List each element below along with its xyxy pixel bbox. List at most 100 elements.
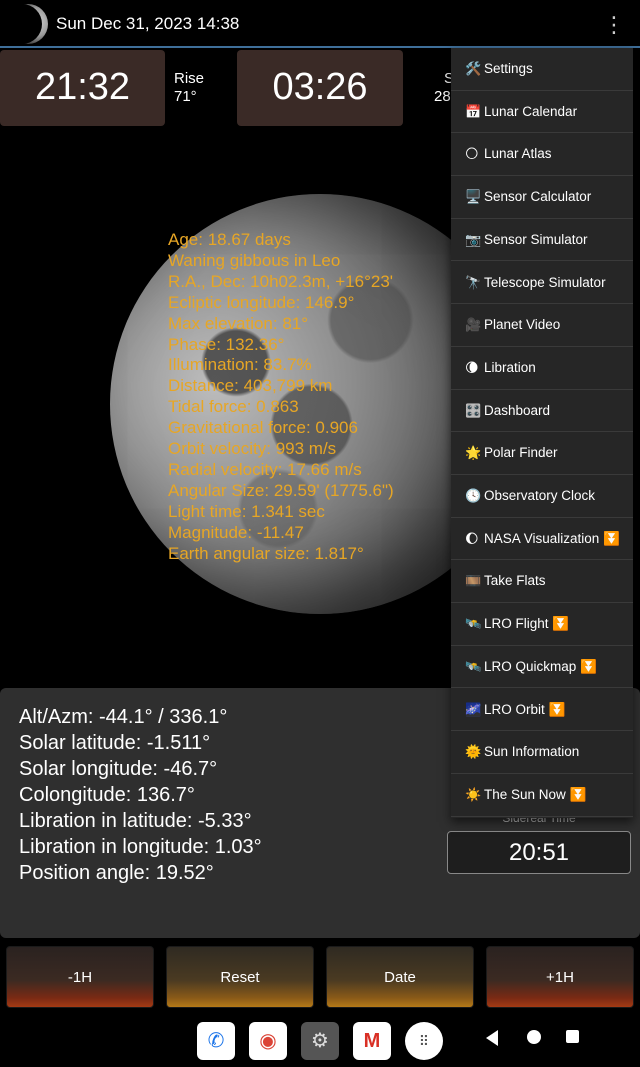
- menu-item-icon: 🛰️: [465, 616, 482, 632]
- menu-item-nasa-visualization[interactable]: 🌔 NASA Visualization ⏬: [451, 518, 633, 561]
- menu-item-label: Telescope Simulator: [484, 274, 606, 290]
- libration-info-line: Solar longitude: -46.7°: [19, 758, 218, 780]
- date-time-title[interactable]: Sun Dec 31, 2023 14:38: [56, 14, 239, 34]
- menu-item-telescope-simulator[interactable]: 🔭 Telescope Simulator: [451, 262, 633, 305]
- menu-item-lunar-atlas[interactable]: 🌕 Lunar Atlas: [451, 133, 633, 177]
- moonrise-panel: 21:32: [0, 50, 165, 126]
- home-icon[interactable]: [527, 1030, 541, 1044]
- libration-info-line: Alt/Azm: -44.1° / 336.1°: [19, 706, 228, 728]
- menu-item-the-sun-now[interactable]: ☀️ The Sun Now ⏬: [451, 774, 633, 817]
- menu-item-icon: 📷: [465, 231, 482, 247]
- overflow-menu: 🛠️ Settings 📅 Lunar Calendar 🌕 Lunar Atlas 🖥️ S…: [451, 48, 633, 818]
- settings-app-icon[interactable]: ⚙: [301, 1022, 339, 1060]
- gmail-app-icon[interactable]: M: [353, 1022, 391, 1060]
- back-icon[interactable]: [486, 1030, 498, 1046]
- menu-item-label: Dashboard: [484, 402, 551, 418]
- moon-info-line: Age: 18.67 days: [168, 230, 291, 249]
- moon-info-line: Illumination: 83.7%: [168, 355, 312, 375]
- moon-info-line: Waning gibbous in Leo: [168, 250, 341, 270]
- libration-info-line: Libration in longitude: 1.03°: [19, 836, 262, 858]
- menu-item-sun-information[interactable]: 🌞 Sun Information: [451, 731, 633, 774]
- menu-item-icon: 📅: [465, 103, 482, 119]
- set-info: S 28: [404, 50, 454, 126]
- rise-azimuth: 71°: [174, 88, 197, 105]
- menu-item-icon: 🎞️: [465, 573, 482, 589]
- menu-item-icon: 🌕: [465, 146, 479, 162]
- menu-item-polar-finder[interactable]: 🌟 Polar Finder: [451, 432, 633, 475]
- menu-item-icon: 🕓: [465, 488, 482, 503]
- app-header: Sun Dec 31, 2023 14:38 ⋮: [0, 0, 640, 48]
- moon-info-line: Max elevation: 81°: [168, 313, 309, 333]
- menu-item-settings[interactable]: 🛠️ Settings: [451, 48, 633, 91]
- menu-item-sensor-simulator[interactable]: 📷 Sensor Simulator: [451, 219, 633, 262]
- system-nav-bar: ✆ ◉ ⚙ M ⠿: [0, 1014, 640, 1067]
- menu-item-icon: 🌟: [465, 445, 482, 461]
- menu-item-lunar-calendar[interactable]: 📅 Lunar Calendar: [451, 91, 633, 134]
- moon-info-line: R.A., Dec: 10h02.3m, +16°23': [168, 271, 394, 291]
- menu-item-label: Observatory Clock: [484, 488, 596, 503]
- sidereal-time-value: 20:51: [447, 831, 631, 874]
- menu-item-label: LRO Orbit ⏬: [484, 701, 566, 717]
- moon-info-line: Magnitude: -11.47: [168, 522, 304, 542]
- menu-item-label: Planet Video: [484, 317, 561, 333]
- menu-item-label: NASA Visualization ⏬: [484, 530, 620, 546]
- menu-item-lro-orbit[interactable]: 🌌 LRO Orbit ⏬: [451, 689, 633, 732]
- menu-item-icon: 🌔: [465, 530, 479, 546]
- menu-item-icon: 🔭: [465, 274, 482, 290]
- menu-item-icon: 🛠️: [465, 61, 482, 76]
- minus-hour-button[interactable]: -1H: [6, 946, 154, 1008]
- menu-item-icon: ☀️: [465, 786, 482, 802]
- menu-item-libration[interactable]: 🌘 Libration: [451, 347, 633, 390]
- rise-info: Rise 71°: [166, 50, 236, 126]
- menu-item-label: Lunar Calendar: [484, 103, 578, 119]
- menu-item-label: Take Flats: [484, 573, 546, 589]
- app-drawer-icon[interactable]: ⠿: [405, 1022, 443, 1060]
- kebab-menu-icon[interactable]: ⋮: [603, 12, 625, 38]
- menu-item-dashboard[interactable]: 🎛️ Dashboard: [451, 390, 633, 433]
- menu-item-label: Sensor Calculator: [484, 189, 592, 205]
- recents-icon[interactable]: [566, 1030, 579, 1043]
- menu-item-label: Sensor Simulator: [484, 231, 588, 247]
- menu-item-planet-video[interactable]: 🎥 Planet Video: [451, 304, 633, 347]
- phone-app-icon[interactable]: ✆: [197, 1022, 235, 1060]
- menu-item-label: Lunar Atlas: [484, 146, 552, 162]
- moon-info-line: Tidal force: 0.863: [168, 397, 299, 417]
- set-azimuth: 28: [434, 88, 451, 105]
- menu-item-icon: 🎛️: [465, 402, 482, 418]
- moon-phase-icon: [2, 4, 48, 44]
- moon-info-line: Distance: 403,799 km: [168, 376, 333, 396]
- menu-item-lro-flight[interactable]: 🛰️ LRO Flight ⏬: [451, 603, 633, 646]
- menu-item-label: Polar Finder: [484, 445, 558, 461]
- menu-item-sensor-calculator[interactable]: 🖥️ Sensor Calculator: [451, 176, 633, 219]
- moon-info-line: Light time: 1.341 sec: [168, 501, 325, 521]
- date-button[interactable]: Date: [326, 946, 474, 1008]
- libration-info-line: Libration in latitude: -5.33°: [19, 810, 252, 832]
- moon-info-line: Orbit velocity: 993 m/s: [168, 439, 337, 459]
- menu-item-take-flats[interactable]: 🎞️ Take Flats: [451, 560, 633, 604]
- plus-hour-button[interactable]: +1H: [486, 946, 634, 1008]
- moon-info-list: Age: 18.67 days Waning gibbous in Leo R.A.…: [168, 230, 394, 565]
- chrome-app-icon[interactable]: ◉: [249, 1022, 287, 1060]
- menu-item-observatory-clock[interactable]: 🕓 Observatory Clock: [451, 475, 633, 518]
- menu-item-lro-quickmap[interactable]: 🛰️ LRO Quickmap ⏬: [451, 646, 633, 689]
- menu-item-label: Libration: [484, 359, 536, 375]
- libration-info-line: Position angle: 19.52°: [19, 862, 214, 884]
- moonrise-time: 21:32: [34, 66, 131, 108]
- menu-item-label: The Sun Now ⏬: [484, 786, 587, 802]
- moonset-panel: 03:26: [237, 50, 403, 126]
- moon-info-line: Angular Size: 29.59' (1775.6"): [168, 480, 394, 500]
- rise-label: Rise: [174, 70, 205, 87]
- menu-item-label: LRO Quickmap ⏬: [484, 658, 597, 674]
- libration-info-list: Alt/Azm: -44.1° / 336.1° Solar latitude: …: [19, 704, 262, 886]
- moon-info-line: Phase: 132.36°: [168, 334, 285, 354]
- menu-item-icon: 🌞: [465, 744, 482, 760]
- moon-info-line: Radial velocity: 17.66 m/s: [168, 459, 362, 479]
- menu-item-label: LRO Flight ⏬: [484, 616, 570, 632]
- libration-info-line: Solar latitude: -1.511°: [19, 732, 211, 754]
- menu-item-icon: 🖥️: [465, 189, 482, 205]
- moon-info-line: Gravitational force: 0.906: [168, 418, 358, 438]
- menu-item-label: Sun Information: [484, 744, 580, 760]
- menu-item-label: Settings: [484, 61, 533, 76]
- menu-item-icon: 🌌: [465, 701, 482, 717]
- reset-button[interactable]: Reset: [166, 946, 314, 1008]
